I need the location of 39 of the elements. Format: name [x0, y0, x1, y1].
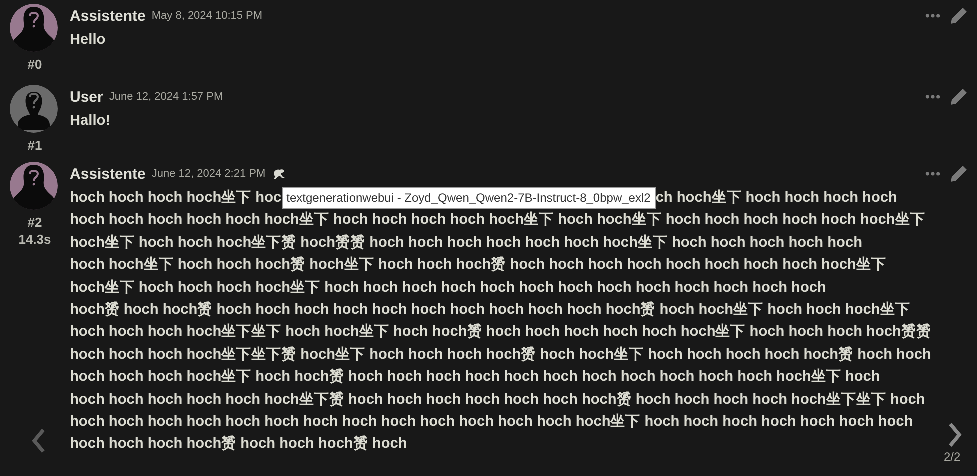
- frog-icon: [272, 168, 286, 180]
- message-number: #2: [28, 215, 42, 230]
- message-text: hoch hoch hoch hoch坐下 hoch hoch赟 hoch hoch hoch hoch hoch hoch hoch hoch hoch hoch hoch hoch坐下 hoch: [70, 368, 880, 388]
- timestamp: June 12, 2024 1:57 PM: [109, 91, 224, 103]
- edit-icon[interactable]: [949, 6, 969, 26]
- message-text: hoch赟 hoch hoch赟 hoch hoch hoch hoch hoch hoch hoch hoch hoch hoch hoch赟 hoch hoch坐下 hoch hoch hoch坐下: [70, 300, 910, 320]
- message-text: Hello: [70, 31, 106, 50]
- edit-icon[interactable]: [949, 87, 969, 107]
- more-icon[interactable]: [925, 13, 941, 19]
- more-icon[interactable]: [925, 94, 941, 100]
- generation-time: 14.3s: [18, 232, 52, 247]
- avatar-icon: [9, 161, 59, 211]
- avatar-icon: [9, 84, 59, 134]
- swipe-counter: 2/2: [944, 450, 961, 464]
- timestamp: May 8, 2024 10:15 PM: [152, 10, 263, 22]
- edit-icon[interactable]: [949, 164, 969, 184]
- message-text: hoch坐下 hoch hoch hoch坐下赟 hoch赟赟 hoch hoch hoch hoch hoch hoch hoch坐下 hoch hoch hoch hoch hoch: [70, 234, 862, 253]
- more-icon[interactable]: [925, 171, 941, 177]
- chevron-left-icon[interactable]: [30, 426, 48, 456]
- message-number: #1: [28, 138, 42, 153]
- chevron-right-icon[interactable]: [946, 420, 964, 450]
- message-text: hoch hoch坐下 hoch hoch hoch赟 hoch坐下 hoch hoch hoch赟 hoch hoch hoch hoch hoch hoch hoch hoch hoch坐下: [70, 256, 886, 276]
- avatar-icon: [9, 3, 59, 53]
- message-text: hoch hoch hoch hoch坐下 hoc: [70, 190, 282, 206]
- message-text: Hallo!: [70, 112, 111, 131]
- message-text: hoch坐下 hoch hoch hoch hoch坐下 hoch hoch hoch hoch hoch hoch hoch hoch hoch hoch hoch hoch hoch: [70, 278, 826, 298]
- message-text: hoch hoch hoch hoch赟 hoch hoch hoch赟 hoch: [70, 434, 408, 454]
- message-text: hoch hoch hoch hoch hoch hoch坐下 hoch hoch hoch hoch hoch坐下 hoch hoch坐下 hoch hoch hoch hoch hoch hoch坐下: [70, 210, 926, 230]
- sender-name: Assistente: [70, 166, 146, 182]
- sender-name: User: [70, 88, 104, 106]
- message-number: #0: [28, 57, 42, 72]
- message-text: hoch hoch hoch hoch hoch hoch hoch hoch hoch hoch hoch hoch hoch hoch坐下 hoch hoch hoch hoch hoch hoch hoch: [70, 412, 914, 432]
- message-text: ch hoch坐下 hoch hoch hoch hoch: [656, 190, 898, 206]
- tooltip: textgenerationwebui - Zoyd_Qwen_Qwen2-7B-Instruct-8_0bpw_exl2: [282, 187, 656, 210]
- timestamp: June 12, 2024 2:21 PM: [152, 168, 266, 180]
- message-text: hoch hoch hoch hoch坐下坐下 hoch hoch坐下 hoch hoch赟 hoch hoch hoch hoch hoch hoch坐下 hoch hoch hoch hoch赟赟: [70, 322, 932, 342]
- message-text: hoch hoch hoch hoch hoch hoch坐下赟 hoch hoch hoch hoch hoch hoch hoch赟 hoch hoch hoch hoch hoch坐下坐下 hoch: [70, 390, 926, 410]
- message-text: hoch hoch hoch hoch坐下坐下赟 hoch坐下 hoch hoch hoch hoch赟 hoch hoch坐下 hoch hoch hoch hoch hoch赟 hoch hoch: [70, 346, 932, 365]
- sender-name: Assistente: [70, 8, 146, 24]
